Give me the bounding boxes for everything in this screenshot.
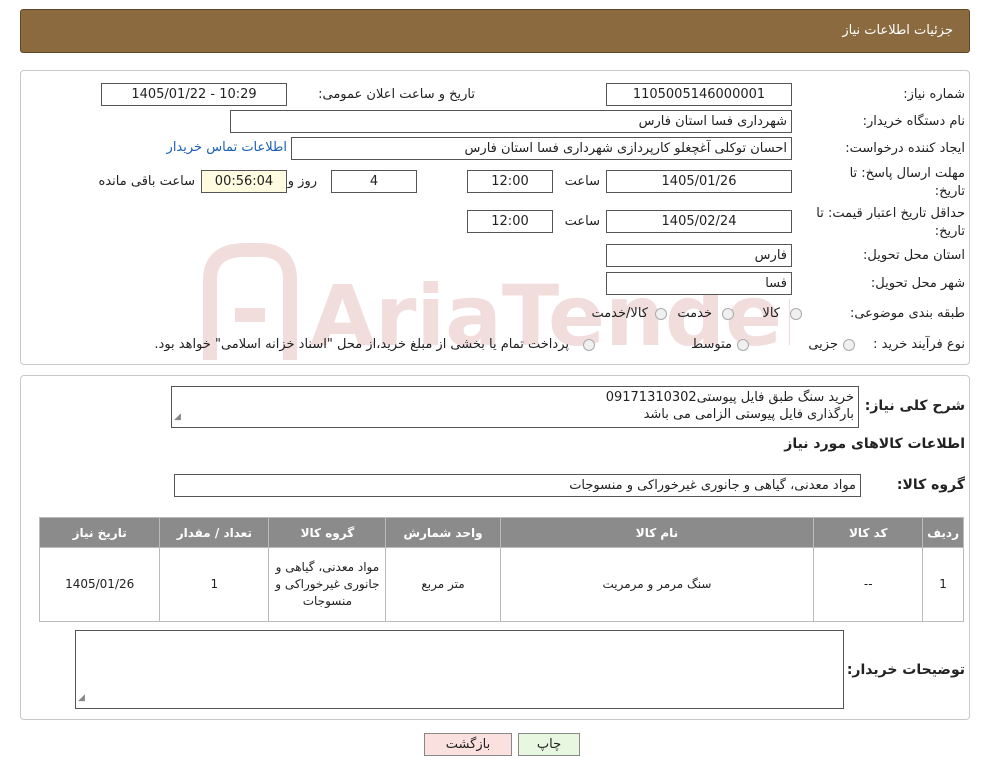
page-header: جزئیات اطلاعات نیاز [20, 9, 970, 53]
price-validity-label: حداقل تاریخ اعتبار قیمت: تا [816, 206, 965, 221]
col-item-code: کد کالا [813, 517, 924, 548]
category-option-goods: کالا [762, 306, 780, 321]
purchase-type-label: نوع فرآیند خرید : [873, 337, 965, 352]
days-label: روز و [287, 174, 317, 189]
purchase-option-minor: جزیی [808, 337, 838, 352]
category-option-goods-service: کالا/خدمت [591, 306, 648, 321]
items-table: ردیف کد کالا نام کالا واحد شمارش گروه کا… [38, 517, 964, 622]
need-description-line-1: خرید سنگ طبق فایل پیوستی09171310302 [605, 390, 854, 405]
need-description-line-2: بارگذاری فایل پیوستی الزامی می باشد [643, 407, 854, 422]
cell-quantity: 1 [159, 547, 270, 622]
col-item-name: نام کالا [499, 517, 815, 548]
requester-field: احسان توکلی آغچغلو کارپردازی شهرداری فسا… [291, 137, 792, 160]
resize-grip-icon: ◢ [78, 693, 85, 703]
print-button[interactable]: چاپ [518, 733, 580, 756]
page-title: جزئیات اطلاعات نیاز [842, 23, 953, 38]
category-label: طبقه بندی موضوعی: [849, 306, 965, 321]
price-validity-time-field: 12:00 [467, 210, 553, 233]
cell-row-number: 1 [922, 547, 964, 622]
items-section-heading: اطلاعات کالاهای مورد نیاز [784, 436, 965, 452]
need-number-label: شماره نیاز: [903, 87, 965, 102]
deadline-label: مهلت ارسال پاسخ: تا [849, 166, 965, 181]
deadline-time-label: ساعت [564, 174, 600, 189]
goods-group-field: مواد معدنی، گیاهی و جانوری غیرخوراکی و م… [174, 474, 861, 497]
announce-datetime-field: 1405/01/22 - 10:29 [101, 83, 287, 106]
buyer-notes-label: توضیحات خریدار: [846, 662, 965, 678]
need-description-textarea[interactable]: خرید سنگ طبق فایل پیوستی09171310302 بارگ… [171, 386, 859, 428]
purchase-radio-minor[interactable] [843, 339, 855, 351]
remaining-time-field: 00:56:04 [201, 170, 287, 193]
col-quantity: تعداد / مقدار [159, 517, 270, 548]
col-row-number: ردیف [922, 517, 964, 548]
cell-need-date: 1405/01/26 [38, 547, 161, 622]
announce-datetime-label: تاریخ و ساعت اعلان عمومی: [318, 87, 475, 102]
col-need-date: تاریخ نیاز [38, 517, 161, 548]
province-field: فارس [606, 244, 792, 267]
category-option-service: خدمت [677, 306, 712, 321]
deadline-label-date: تاریخ: [934, 184, 965, 199]
resize-grip-icon: ◢ [174, 412, 181, 422]
days-remaining-field: 4 [331, 170, 417, 193]
need-description-label: شرح کلی نیاز: [864, 398, 965, 414]
cell-item-code: -- [813, 547, 924, 622]
category-radio-goods-service[interactable] [655, 308, 667, 320]
purchase-radio-medium[interactable] [737, 339, 749, 351]
cell-goods-group: مواد معدنی، گیاهی و جانوری غیرخوراکی و م… [268, 547, 387, 622]
city-field: فسا [606, 272, 792, 295]
price-validity-time-label: ساعت [564, 214, 600, 229]
back-button[interactable]: بازگشت [424, 733, 512, 756]
need-number-field: 1105005146000001 [606, 83, 792, 106]
treasury-payment-note: پرداخت تمام یا بخشی از مبلغ خرید،از محل … [154, 337, 569, 352]
cell-unit: متر مربع [385, 547, 501, 622]
remaining-time-label: ساعت باقی مانده [98, 174, 195, 189]
deadline-date-field: 1405/01/26 [606, 170, 792, 193]
city-label: شهر محل تحویل: [870, 276, 965, 291]
price-validity-label-date: تاریخ: [934, 224, 965, 239]
category-radio-service[interactable] [722, 308, 734, 320]
buyer-org-label: نام دستگاه خریدار: [862, 114, 965, 129]
category-radio-goods[interactable] [790, 308, 802, 320]
province-label: استان محل تحویل: [863, 248, 965, 263]
goods-group-label: گروه کالا: [896, 477, 965, 493]
purchase-option-medium: متوسط [691, 337, 732, 352]
buyer-org-field: شهرداری فسا استان فارس [230, 110, 792, 133]
col-goods-group: گروه کالا [268, 517, 387, 548]
treasury-payment-radio[interactable] [583, 339, 595, 351]
buyer-contact-link[interactable]: اطلاعات تماس خریدار [167, 140, 287, 155]
requester-label: ایجاد کننده درخواست: [845, 141, 965, 156]
table-row: 1 -- سنگ مرمر و مرمریت متر مربع مواد معد… [38, 547, 964, 622]
cell-item-name: سنگ مرمر و مرمریت [499, 547, 815, 622]
items-table-header: ردیف کد کالا نام کالا واحد شمارش گروه کا… [38, 517, 964, 548]
buyer-notes-textarea[interactable]: ◢ [75, 630, 844, 709]
col-unit: واحد شمارش [385, 517, 501, 548]
price-validity-date-field: 1405/02/24 [606, 210, 792, 233]
deadline-time-field: 12:00 [467, 170, 553, 193]
